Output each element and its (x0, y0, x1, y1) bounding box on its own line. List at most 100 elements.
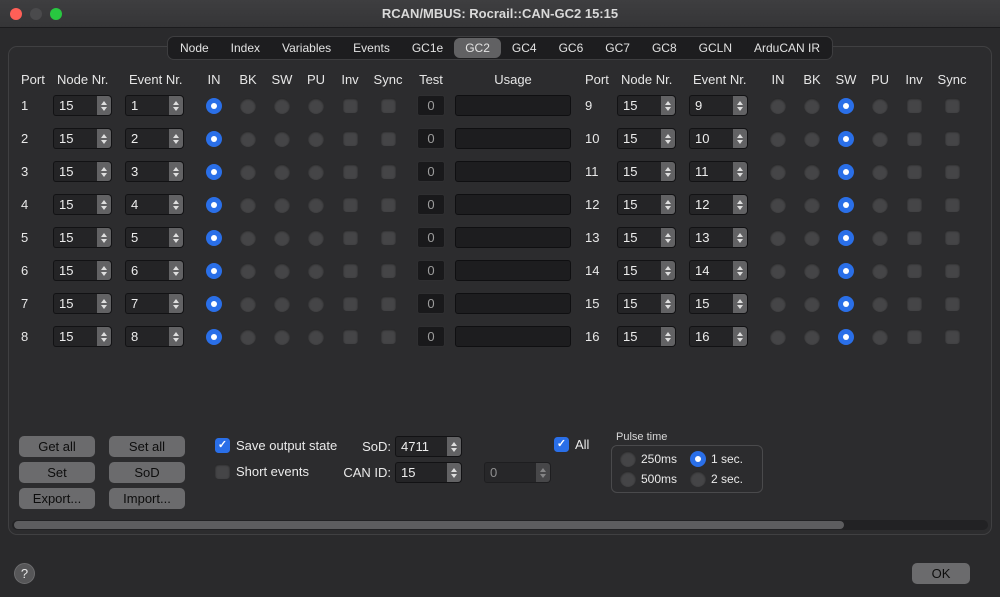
tab-gc7[interactable]: GC7 (594, 38, 641, 58)
radio-pu[interactable] (308, 197, 324, 213)
pulse-radio[interactable] (620, 451, 636, 467)
sync-checkbox[interactable] (381, 263, 396, 278)
inv-checkbox[interactable] (343, 263, 358, 278)
radio-bk[interactable] (804, 98, 820, 114)
radio-in[interactable] (770, 329, 786, 345)
radio-in[interactable] (206, 98, 222, 114)
node-nr-stepper[interactable]: 15 (53, 260, 112, 281)
sync-checkbox[interactable] (381, 98, 396, 113)
stepper-arrows-icon[interactable] (661, 128, 676, 149)
node-nr-stepper[interactable]: 15 (617, 227, 676, 248)
radio-bk[interactable] (804, 197, 820, 213)
node-nr-stepper[interactable]: 15 (617, 128, 676, 149)
radio-sw[interactable] (274, 263, 290, 279)
tab-node[interactable]: Node (169, 38, 220, 58)
inv-checkbox[interactable] (907, 164, 922, 179)
event-nr-stepper[interactable]: 10 (689, 128, 748, 149)
event-nr-stepper[interactable]: 12 (689, 194, 748, 215)
stepper-arrows-icon[interactable] (661, 293, 676, 314)
radio-sw[interactable] (838, 263, 854, 279)
tab-gc6[interactable]: GC6 (548, 38, 595, 58)
tab-index[interactable]: Index (220, 38, 271, 58)
all-option[interactable]: ✓ All (554, 437, 589, 452)
sync-checkbox[interactable] (381, 131, 396, 146)
pulse-radio[interactable] (690, 451, 706, 467)
save-output-state-checkbox[interactable]: ✓ (215, 438, 230, 453)
stepper-arrows-icon[interactable] (733, 260, 748, 281)
help-button[interactable]: ? (14, 563, 35, 584)
node-nr-stepper[interactable]: 15 (53, 293, 112, 314)
event-nr-stepper[interactable]: 4 (125, 194, 184, 215)
zoom-button[interactable] (50, 8, 62, 20)
sod-button[interactable]: SoD (109, 462, 185, 483)
test-field[interactable]: 0 (417, 326, 445, 347)
radio-sw[interactable] (274, 164, 290, 180)
radio-sw[interactable] (838, 329, 854, 345)
tab-events[interactable]: Events (342, 38, 401, 58)
inv-checkbox[interactable] (907, 197, 922, 212)
event-nr-stepper[interactable]: 15 (689, 293, 748, 314)
radio-in[interactable] (770, 131, 786, 147)
inv-checkbox[interactable] (343, 296, 358, 311)
node-nr-stepper[interactable]: 15 (617, 260, 676, 281)
radio-bk[interactable] (240, 131, 256, 147)
stepper-arrows-icon[interactable] (169, 293, 184, 314)
sync-checkbox[interactable] (945, 164, 960, 179)
event-nr-stepper[interactable]: 13 (689, 227, 748, 248)
usage-field[interactable] (455, 194, 571, 215)
sync-checkbox[interactable] (945, 98, 960, 113)
inv-checkbox[interactable] (343, 230, 358, 245)
stepper-arrows-icon[interactable] (97, 293, 112, 314)
radio-bk[interactable] (240, 197, 256, 213)
node-nr-stepper[interactable]: 15 (617, 326, 676, 347)
stepper-arrows-icon[interactable] (97, 128, 112, 149)
stepper-arrows-icon[interactable] (169, 194, 184, 215)
radio-in[interactable] (770, 230, 786, 246)
event-nr-stepper[interactable]: 14 (689, 260, 748, 281)
stepper-arrows-icon[interactable] (97, 260, 112, 281)
minimize-button[interactable] (30, 8, 42, 20)
radio-bk[interactable] (804, 296, 820, 312)
pulse-option[interactable]: 250ms (620, 451, 686, 467)
node-nr-stepper[interactable]: 15 (617, 293, 676, 314)
event-nr-stepper[interactable]: 11 (689, 161, 748, 182)
radio-sw[interactable] (838, 230, 854, 246)
radio-bk[interactable] (804, 131, 820, 147)
import-button[interactable]: Import... (109, 488, 185, 509)
tab-gc1e[interactable]: GC1e (401, 38, 454, 58)
inv-checkbox[interactable] (343, 197, 358, 212)
radio-pu[interactable] (308, 296, 324, 312)
radio-pu[interactable] (308, 329, 324, 345)
event-nr-stepper[interactable]: 8 (125, 326, 184, 347)
inv-checkbox[interactable] (343, 131, 358, 146)
tab-variables[interactable]: Variables (271, 38, 342, 58)
inv-checkbox[interactable] (343, 329, 358, 344)
radio-sw[interactable] (274, 98, 290, 114)
radio-sw[interactable] (838, 164, 854, 180)
stepper-arrows-icon[interactable] (169, 260, 184, 281)
export-button[interactable]: Export... (19, 488, 95, 509)
radio-bk[interactable] (240, 164, 256, 180)
sync-checkbox[interactable] (381, 296, 396, 311)
radio-in[interactable] (206, 230, 222, 246)
node-nr-stepper[interactable]: 15 (53, 161, 112, 182)
save-output-state-option[interactable]: ✓ Save output state (215, 438, 337, 453)
inv-checkbox[interactable] (343, 98, 358, 113)
pulse-option[interactable]: 1 sec. (690, 451, 752, 467)
pulse-radio[interactable] (690, 471, 706, 487)
usage-field[interactable] (455, 227, 571, 248)
inv-checkbox[interactable] (907, 230, 922, 245)
radio-pu[interactable] (872, 329, 888, 345)
test-field[interactable]: 0 (417, 227, 445, 248)
stepper-arrows-icon[interactable] (733, 95, 748, 116)
event-nr-stepper[interactable]: 7 (125, 293, 184, 314)
node-nr-stepper[interactable]: 15 (53, 194, 112, 215)
sync-checkbox[interactable] (945, 197, 960, 212)
tab-gc4[interactable]: GC4 (501, 38, 548, 58)
stepper-arrows-icon[interactable] (733, 227, 748, 248)
radio-pu[interactable] (872, 263, 888, 279)
radio-in[interactable] (206, 329, 222, 345)
radio-in[interactable] (206, 296, 222, 312)
radio-pu[interactable] (308, 230, 324, 246)
event-nr-stepper[interactable]: 16 (689, 326, 748, 347)
